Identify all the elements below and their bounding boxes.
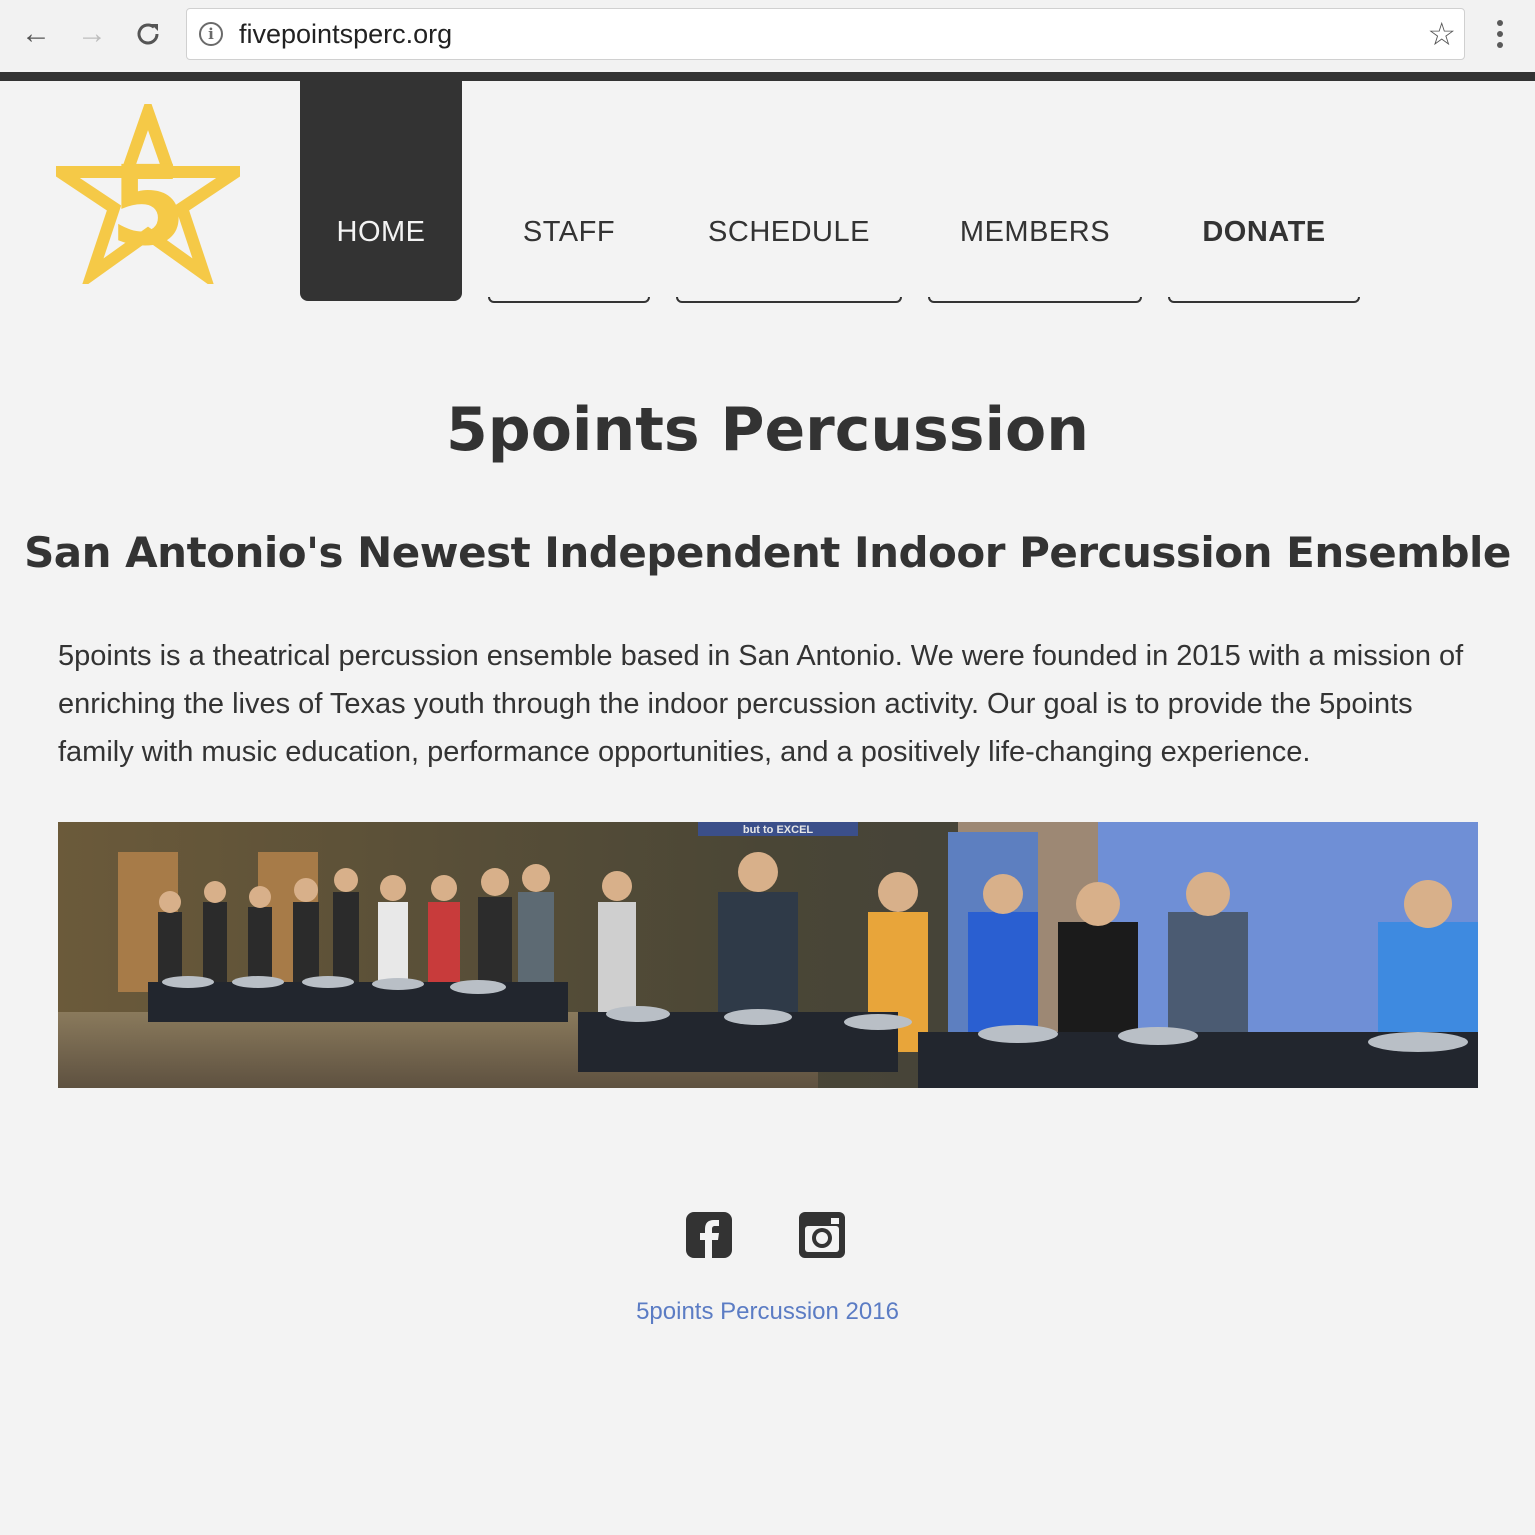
instagram-icon[interactable] [799, 1212, 845, 1258]
main-nav: HOME STAFF SCHEDULE MEMBERS DONATE [0, 81, 1535, 321]
nav-donate[interactable]: DONATE [1168, 81, 1360, 303]
photo-banner-text: but to EXCEL [743, 824, 814, 836]
nav-underline [676, 297, 902, 303]
kebab-menu-icon[interactable] [1488, 14, 1512, 54]
url-text[interactable]: fivepointsperc.org [239, 19, 452, 50]
facebook-icon[interactable] [686, 1212, 732, 1258]
nav-underline [488, 297, 650, 303]
nav-schedule-label: SCHEDULE [708, 216, 870, 248]
ensemble-photo: but to EXCEL [58, 822, 1478, 1088]
back-arrow-icon[interactable]: ← [16, 14, 56, 54]
reload-icon[interactable] [128, 14, 168, 54]
nav-donate-label: DONATE [1202, 216, 1326, 248]
site-top-bar [0, 72, 1535, 81]
nav-staff[interactable]: STAFF [488, 81, 650, 303]
forward-arrow-icon[interactable]: → [72, 14, 112, 54]
nav-members-label: MEMBERS [959, 216, 1111, 248]
nav-underline [928, 297, 1142, 303]
nav-underline [1168, 297, 1360, 303]
page-title: 5points Percussion [446, 395, 1089, 465]
nav-home[interactable]: HOME [300, 81, 462, 301]
nav-staff-label: STAFF [522, 216, 616, 248]
info-icon[interactable]: i [199, 22, 223, 46]
nav-home-label: HOME [336, 216, 426, 248]
browser-toolbar: ← → i fivepointsperc.org ☆ [0, 0, 1535, 72]
nav-schedule[interactable]: SCHEDULE [676, 81, 902, 303]
intro-paragraph: 5points is a theatrical percussion ensem… [58, 640, 1464, 768]
star-icon[interactable]: ☆ [1427, 15, 1456, 53]
address-bar[interactable]: i fivepointsperc.org ☆ [186, 8, 1465, 60]
copyright-link[interactable]: 5points Percussion 2016 [0, 1298, 1535, 1326]
page-subtitle: San Antonio's Newest Independent Indoor … [24, 528, 1511, 577]
nav-members[interactable]: MEMBERS [928, 81, 1142, 303]
